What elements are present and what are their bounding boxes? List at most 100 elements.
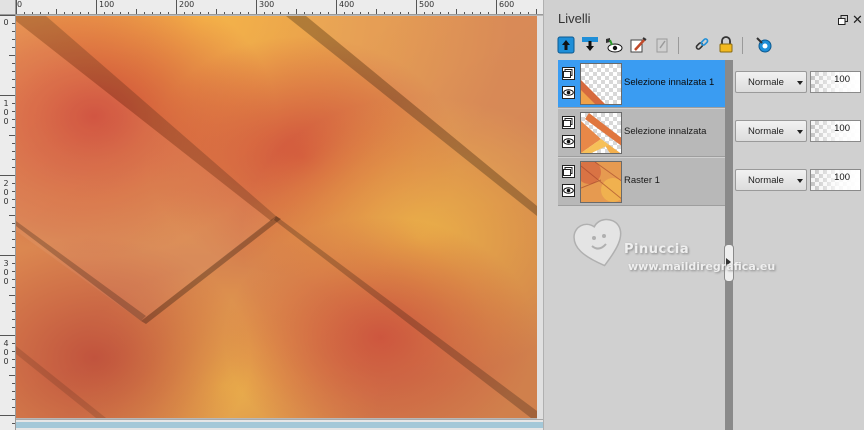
ruler-tick bbox=[320, 12, 321, 14]
new-raster-layer-icon[interactable] bbox=[556, 35, 576, 55]
ruler-tick bbox=[9, 215, 15, 216]
ruler-tick bbox=[12, 303, 15, 304]
ruler-tick bbox=[12, 263, 15, 264]
ruler-tick bbox=[64, 12, 65, 14]
opacity-slider[interactable]: 100 bbox=[810, 71, 861, 93]
layer-properties-icon[interactable] bbox=[628, 35, 648, 55]
toolbar-separator bbox=[678, 37, 679, 54]
ruler-label: 0 bbox=[3, 108, 9, 117]
ruler-label: 1 bbox=[3, 99, 9, 108]
ruler-tick bbox=[12, 103, 15, 104]
blend-mode-value: Normale bbox=[748, 175, 784, 186]
ruler-tick bbox=[528, 12, 529, 14]
show-hide-icon[interactable] bbox=[604, 35, 624, 55]
watermark-text: Pinuccia bbox=[624, 242, 690, 257]
ruler-tick bbox=[12, 391, 15, 392]
ruler-tick bbox=[216, 9, 217, 14]
ruler-tick bbox=[9, 55, 15, 56]
opacity-slider[interactable]: 100 bbox=[810, 120, 861, 142]
ruler-tick bbox=[112, 12, 113, 14]
link-icon[interactable] bbox=[692, 35, 712, 55]
ruler-tick bbox=[12, 247, 15, 248]
close-icon[interactable]: ✕ bbox=[852, 13, 863, 26]
ruler-tick bbox=[264, 12, 265, 14]
visibility-eye-icon[interactable] bbox=[562, 184, 575, 197]
ruler-tick bbox=[0, 95, 15, 96]
ruler-tick bbox=[136, 9, 137, 14]
ruler-label: 300 bbox=[259, 0, 275, 9]
ruler-label: 2 bbox=[3, 179, 9, 188]
ruler-tick bbox=[12, 351, 15, 352]
chevron-down-icon bbox=[797, 179, 803, 183]
ruler-tick bbox=[256, 0, 257, 14]
ruler-tick bbox=[0, 15, 15, 16]
ruler-label: 0 bbox=[3, 348, 9, 357]
ruler-tick bbox=[12, 151, 15, 152]
blend-mode-value: Normale bbox=[748, 126, 784, 137]
ruler-tick bbox=[128, 12, 129, 14]
ruler-tick bbox=[12, 119, 15, 120]
raster-layer-icon bbox=[562, 165, 575, 178]
ruler-tick bbox=[488, 12, 489, 14]
ruler-tick bbox=[88, 12, 89, 14]
ruler-label: 600 bbox=[499, 0, 515, 9]
scrollbar-thumb[interactable] bbox=[16, 422, 543, 428]
ruler-label: 0 bbox=[3, 188, 9, 197]
raster-layer-icon bbox=[562, 67, 575, 80]
layer-row-selezione-innalzata-1[interactable]: Selezione innalzata 1 bbox=[558, 60, 725, 108]
ruler-tick bbox=[56, 9, 57, 14]
ruler-tick bbox=[12, 279, 15, 280]
layer-thumbnail bbox=[580, 161, 622, 203]
lock-icon[interactable] bbox=[716, 35, 736, 55]
ruler-tick bbox=[192, 12, 193, 14]
ruler-label: 500 bbox=[419, 0, 435, 9]
ruler-tick bbox=[384, 12, 385, 14]
ruler-tick bbox=[40, 12, 41, 14]
visibility-eye-icon[interactable] bbox=[562, 86, 575, 99]
ruler-tick bbox=[360, 12, 361, 14]
ruler-tick bbox=[288, 12, 289, 14]
layer-thumbnail bbox=[580, 112, 622, 154]
blend-mode-dropdown[interactable]: Normale bbox=[735, 71, 807, 93]
ruler-tick bbox=[12, 191, 15, 192]
opacity-slider[interactable]: 100 bbox=[810, 169, 861, 191]
ruler-tick bbox=[352, 12, 353, 14]
layer-row-selezione-innalzata[interactable]: Selezione innalzata bbox=[558, 109, 725, 157]
ruler-tick bbox=[432, 12, 433, 14]
delete-layer-icon[interactable] bbox=[652, 35, 672, 55]
ruler-tick bbox=[400, 12, 401, 14]
ruler-label: 3 bbox=[3, 259, 9, 268]
ruler-tick bbox=[152, 12, 153, 14]
chevron-down-icon bbox=[797, 81, 803, 85]
ruler-tick bbox=[168, 12, 169, 14]
horizontal-ruler[interactable]: 0 100 200 300 400 500 600 bbox=[16, 0, 543, 15]
layers-palette: Livelli ✕ Selezione innalzata 1 Selezion… bbox=[543, 0, 864, 430]
blend-mode-dropdown[interactable]: Normale bbox=[735, 169, 807, 191]
visibility-eye-icon[interactable] bbox=[562, 135, 575, 148]
ruler-label: 0 bbox=[17, 0, 23, 9]
ruler-tick bbox=[32, 12, 33, 14]
blend-mode-value: Normale bbox=[748, 77, 784, 88]
vertical-ruler[interactable]: 0 1 0 0 2 0 0 3 0 0 4 0 0 bbox=[0, 15, 16, 430]
ruler-tick bbox=[480, 12, 481, 14]
ruler-tick bbox=[416, 0, 417, 14]
image-canvas[interactable] bbox=[16, 16, 537, 418]
ruler-tick bbox=[456, 9, 457, 14]
ruler-tick bbox=[272, 12, 273, 14]
ruler-tick bbox=[12, 111, 15, 112]
ruler-tick bbox=[12, 71, 15, 72]
blend-mode-dropdown[interactable]: Normale bbox=[735, 120, 807, 142]
ruler-tick bbox=[12, 327, 15, 328]
ruler-tick bbox=[440, 12, 441, 14]
restore-icon[interactable] bbox=[838, 15, 848, 25]
ruler-tick bbox=[12, 143, 15, 144]
layer-row-raster-1[interactable]: Raster 1 bbox=[558, 158, 725, 206]
settings-icon[interactable] bbox=[754, 35, 774, 55]
ruler-tick bbox=[12, 79, 15, 80]
ruler-tick bbox=[296, 9, 297, 14]
layer-name: Selezione innalzata 1 bbox=[624, 77, 715, 88]
ruler-label: 0 bbox=[3, 197, 9, 206]
canvas-horizontal-scrollbar[interactable] bbox=[16, 419, 543, 430]
palette-title: Livelli bbox=[558, 11, 591, 26]
merge-down-icon[interactable] bbox=[580, 35, 600, 55]
